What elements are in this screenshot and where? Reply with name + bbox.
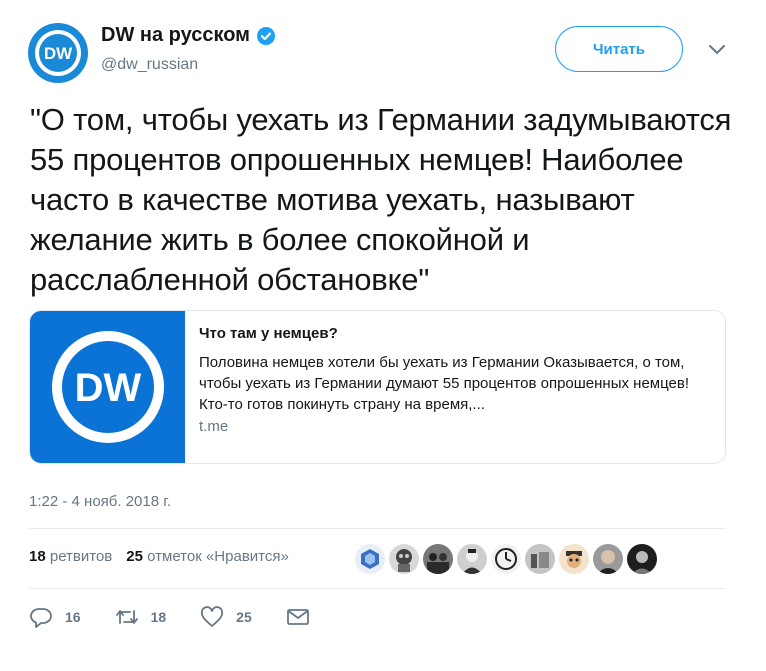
cartoon-avatar[interactable]: [559, 544, 589, 574]
display-name[interactable]: DW на русском: [101, 24, 250, 47]
retweet-button[interactable]: 18: [115, 606, 167, 628]
link-preview-card[interactable]: DW Что там у немцев? Половина немцев хот…: [29, 310, 726, 464]
blue-hexagon-avatar[interactable]: [355, 544, 385, 574]
likers-avatars: [355, 544, 661, 574]
reply-count: 16: [65, 609, 81, 625]
retweet-count: 18: [150, 609, 167, 625]
dw-logo-icon: DW: [51, 331, 164, 443]
face-avatar[interactable]: [593, 544, 623, 574]
reply-icon: [30, 608, 52, 628]
tweet-actions: 16 18 25: [29, 606, 344, 628]
svg-text:DW: DW: [44, 44, 73, 63]
like-icon: [201, 606, 224, 627]
card-body: Что там у немцев? Половина немцев хотели…: [185, 311, 715, 463]
figures-avatar[interactable]: [525, 544, 555, 574]
dark-avatar[interactable]: [627, 544, 657, 574]
verified-badge-icon: [256, 26, 276, 46]
tweet-stats: 18 ретвитов 25 отметок «Нравится»: [29, 548, 289, 565]
svg-text:DW: DW: [74, 366, 141, 410]
retweet-icon: [115, 610, 138, 624]
direct-message-button[interactable]: [286, 606, 310, 628]
like-button[interactable]: 25: [200, 606, 252, 628]
follow-button[interactable]: Читать: [555, 26, 683, 72]
tweet-text: "О том, чтобы уехать из Германии задумыв…: [30, 102, 732, 297]
account-handle[interactable]: @dw_russian: [101, 56, 198, 74]
card-description: Половина немцев хотели бы уехать из Герм…: [199, 354, 689, 413]
tweet-timestamp[interactable]: 1:22 - 4 нояб. 2018 г.: [29, 493, 171, 510]
group-avatar[interactable]: [423, 544, 453, 574]
account-avatar[interactable]: DW: [28, 23, 88, 83]
likes-stat[interactable]: 25 отметок «Нравится»: [126, 548, 289, 565]
dw-logo-icon: DW: [35, 30, 81, 76]
direct-message-icon: [286, 609, 309, 625]
divider: [29, 528, 726, 529]
card-domain: t.me: [199, 418, 229, 435]
clock-avatar[interactable]: [491, 544, 521, 574]
account-name-row: DW на русском: [101, 24, 276, 47]
card-image: DW: [30, 311, 185, 463]
chevron-down-icon[interactable]: [708, 43, 726, 55]
divider: [29, 588, 726, 589]
card-title: Что там у немцев?: [199, 325, 338, 342]
retweets-stat[interactable]: 18 ретвитов: [29, 548, 112, 565]
portrait-avatar[interactable]: [457, 544, 487, 574]
like-count: 25: [236, 609, 252, 625]
reply-button[interactable]: 16: [29, 606, 81, 628]
gasmask-avatar[interactable]: [389, 544, 419, 574]
